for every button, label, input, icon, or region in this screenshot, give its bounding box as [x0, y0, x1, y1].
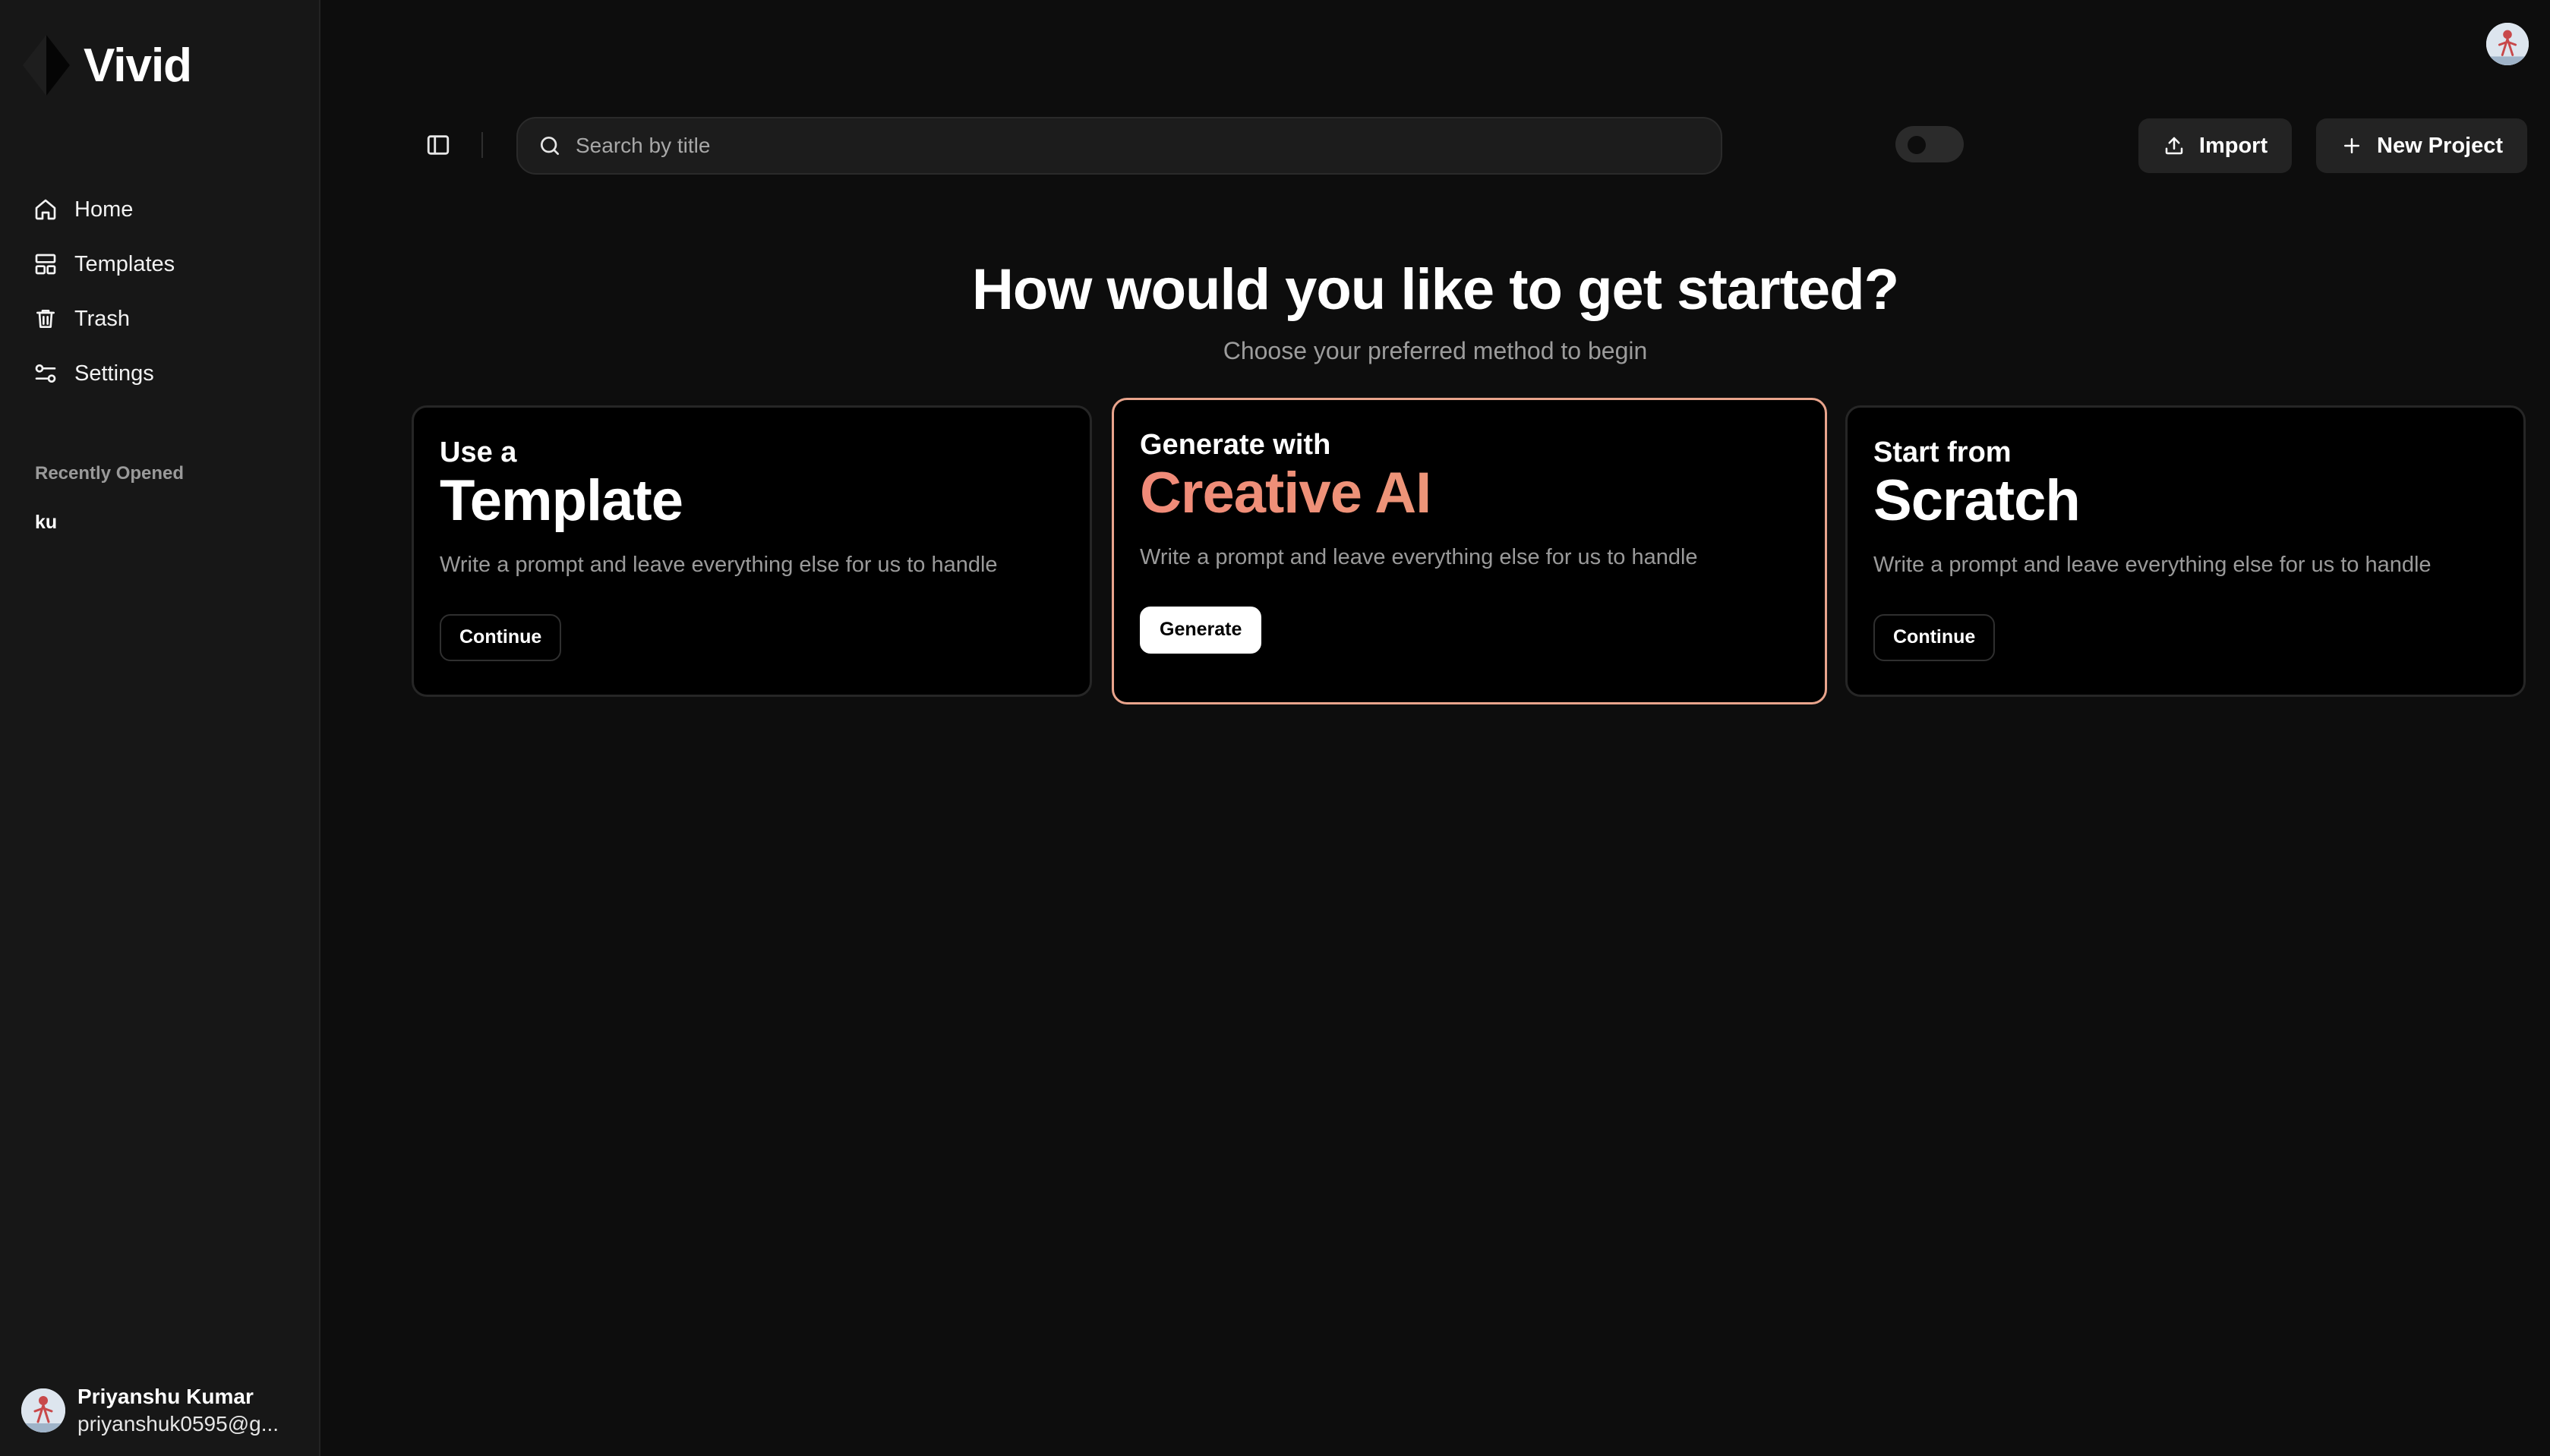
template-continue-button[interactable]: Continue	[440, 613, 562, 661]
user-name: Priyanshu Kumar	[77, 1385, 254, 1408]
recently-opened-heading: Recently Opened	[35, 463, 185, 484]
scratch-continue-button[interactable]: Continue	[1873, 613, 1996, 661]
theme-toggle[interactable]	[1895, 126, 1964, 162]
brand[interactable]: Vivid	[21, 33, 192, 97]
avatar	[21, 1388, 65, 1432]
account-avatar[interactable]	[2486, 23, 2529, 65]
search-input[interactable]	[576, 134, 1639, 158]
sidebar-item-settings[interactable]: Settings	[33, 346, 307, 401]
home-icon	[35, 199, 56, 220]
card-kicker: Start from	[1873, 436, 2012, 468]
generate-button[interactable]: Generate	[1140, 606, 1262, 654]
upload-icon	[2165, 137, 2183, 155]
template-card[interactable]: Use a Template Write a prompt and leave …	[412, 405, 1092, 697]
new-project-button[interactable]: New Project	[2316, 118, 2527, 173]
card-heading: Scratch	[1873, 468, 2081, 533]
page-subtitle: Choose your preferred method to begin	[1223, 337, 1648, 364]
card-description: Write a prompt and leave everything else…	[1873, 552, 2432, 577]
avatar-image	[21, 1388, 65, 1432]
sidebar-toggle-icon[interactable]	[425, 132, 451, 158]
import-label: Import	[2198, 133, 2268, 158]
card-description: Write a prompt and leave everything else…	[440, 552, 998, 577]
search-bar[interactable]	[516, 117, 1722, 175]
sidebar-item-templates[interactable]: Templates	[33, 237, 307, 292]
toolbar-divider	[481, 132, 483, 158]
page-title: How would you like to get started?	[971, 257, 1899, 322]
toggle-knob	[1908, 136, 1926, 154]
user-profile[interactable]: Priyanshu Kumar priyanshuk0595@g...	[21, 1385, 302, 1436]
search-icon	[541, 137, 559, 155]
recent-item[interactable]: ku	[35, 512, 57, 534]
card-kicker: Use a	[440, 436, 517, 468]
plus-icon	[2344, 138, 2359, 153]
layout-icon	[35, 254, 56, 275]
logo-icon	[23, 35, 70, 96]
avatar-image	[2486, 23, 2529, 65]
card-heading: Creative AI	[1140, 463, 1799, 524]
sidebar-item-trash[interactable]: Trash	[33, 292, 307, 346]
sidebar-item-label: Home	[74, 197, 134, 222]
sidebar-item-home[interactable]: Home	[33, 182, 307, 237]
creative-ai-card[interactable]: Generate with Creative AI Write a prompt…	[1112, 398, 1827, 704]
card-description: Write a prompt and leave everything else…	[1140, 544, 1698, 569]
brand-name: Vivid	[84, 39, 192, 92]
scratch-card[interactable]: Start from Scratch Write a prompt and le…	[1845, 405, 2526, 697]
sidebar-item-label: Templates	[74, 251, 175, 276]
new-project-label: New Project	[2377, 133, 2503, 158]
user-email: priyanshuk0595@g...	[77, 1412, 279, 1436]
card-kicker: Generate with	[1140, 429, 1331, 461]
import-button[interactable]: Import	[2138, 118, 2292, 173]
sidebar-item-label: Settings	[74, 361, 154, 386]
sidebar-item-label: Trash	[74, 306, 131, 331]
user-info: Priyanshu Kumar priyanshuk0595@g...	[77, 1385, 279, 1436]
app-root: Vivid Home Templates Trash Settings Rece…	[0, 0, 2550, 1456]
sidebar-nav: Home Templates Trash Settings	[33, 182, 307, 401]
trash-icon	[36, 310, 55, 328]
sidebar: Vivid Home Templates Trash Settings Rece…	[0, 0, 320, 1456]
card-heading: Template	[440, 468, 683, 533]
sliders-icon	[35, 364, 56, 383]
